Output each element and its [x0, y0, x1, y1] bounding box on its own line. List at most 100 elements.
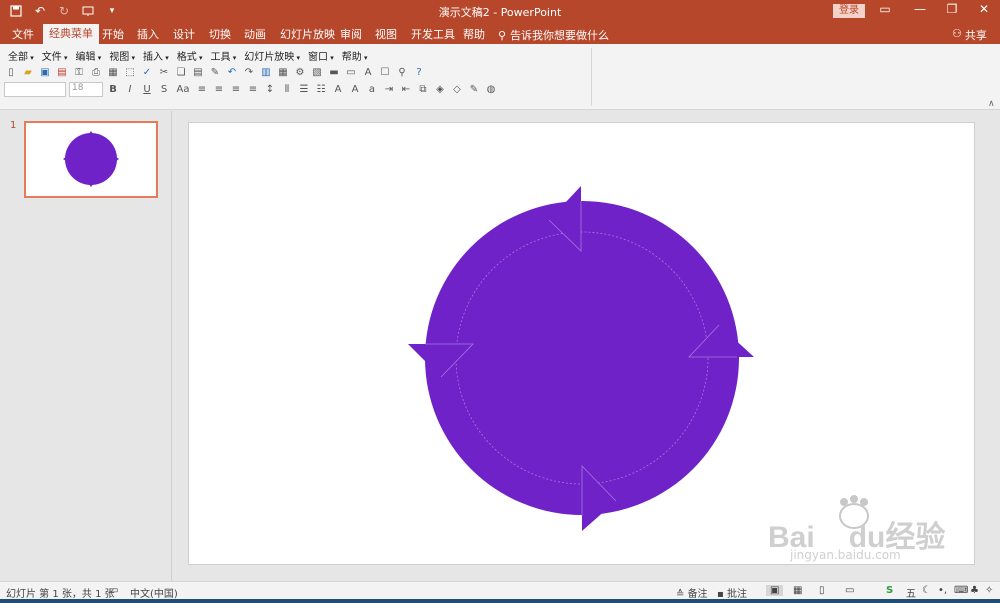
outdent-icon[interactable]: ⇤ [399, 82, 413, 96]
font-size-combo[interactable]: 18 [69, 81, 103, 97]
reading-view-icon[interactable]: ▯ [819, 585, 825, 596]
collapse-ribbon-icon[interactable]: ∧ [988, 99, 995, 109]
language[interactable]: 中文(中国) [130, 585, 178, 600]
menu-insert[interactable]: 插入 [139, 48, 173, 63]
slide-thumbnail-pane: 1 [0, 111, 172, 581]
accessibility-icon[interactable]: ▭ [109, 585, 118, 596]
align-right-icon[interactable]: ≡ [229, 82, 243, 96]
bold-button[interactable]: B [106, 82, 120, 96]
menu-view[interactable]: 视图 [105, 48, 139, 63]
undo-icon[interactable]: ↶ [225, 65, 239, 79]
comments-button[interactable]: ▪ 批注 [717, 585, 747, 600]
print-icon[interactable]: ⎙ [89, 65, 103, 79]
tab-insert[interactable]: 插入 [131, 25, 165, 44]
underline-button[interactable]: U [140, 82, 154, 96]
menu-slideshow[interactable]: 幻灯片放映 [240, 48, 304, 63]
arrange-icon[interactable]: ⧉ [416, 82, 430, 96]
copy-icon[interactable]: ❏ [174, 65, 188, 79]
save-icon[interactable]: ▣ [38, 65, 52, 79]
slideshow-view-icon[interactable]: ▭ [845, 585, 854, 596]
tab-animations[interactable]: 动画 [238, 25, 272, 44]
ime-icon[interactable]: S [886, 585, 893, 596]
justify-icon[interactable]: ≡ [246, 82, 260, 96]
comment-icon[interactable]: ☐ [378, 65, 392, 79]
italic-button[interactable]: I [123, 82, 137, 96]
shape-fill-icon[interactable]: ◇ [450, 82, 464, 96]
bullets-icon[interactable]: ☰ [297, 82, 311, 96]
menu-file[interactable]: 文件 [38, 48, 72, 63]
tab-developer[interactable]: 开发工具 [405, 25, 461, 44]
tab-transitions[interactable]: 切换 [203, 25, 237, 44]
ribbon-separator [591, 48, 592, 106]
tab-design[interactable]: 设计 [167, 25, 201, 44]
skin-icon[interactable]: ♣ [970, 585, 979, 596]
spelling-icon[interactable]: ✓ [140, 65, 154, 79]
smartart-icon[interactable]: ⚙ [293, 65, 307, 79]
menu-tools[interactable]: 工具 [207, 48, 241, 63]
new-file-icon[interactable]: ▯ [4, 65, 18, 79]
restore-icon[interactable]: ❐ [937, 2, 967, 16]
line-spacing-icon[interactable]: ↕ [263, 82, 277, 96]
ribbon-display-options-icon[interactable]: ▭ [870, 2, 900, 16]
shape-outline-icon[interactable]: ✎ [467, 82, 481, 96]
cut-icon[interactable]: ✂ [157, 65, 171, 79]
zoom-icon[interactable]: ⚲ [395, 65, 409, 79]
tab-home[interactable]: 开始 [96, 25, 130, 44]
screenshot-icon[interactable]: ⬚ [123, 65, 137, 79]
quick-styles-icon[interactable]: ◈ [433, 82, 447, 96]
picture-icon[interactable]: ▧ [310, 65, 324, 79]
permission-icon[interactable]: ⚿ [72, 65, 86, 79]
columns-icon[interactable]: ⫴ [280, 82, 294, 96]
align-center-icon[interactable]: ≡ [212, 82, 226, 96]
person-icon: ⚇ [952, 27, 962, 40]
slide-sorter-icon[interactable]: ▦ [793, 585, 802, 596]
minimize-icon[interactable]: — [905, 2, 935, 16]
shadow-button[interactable]: S [157, 82, 171, 96]
numbering-icon[interactable]: ☷ [314, 82, 328, 96]
indent-icon[interactable]: ⇥ [382, 82, 396, 96]
tab-file[interactable]: 文件 [6, 25, 40, 44]
textbox-icon[interactable]: A [361, 65, 375, 79]
paste-icon[interactable]: ▤ [191, 65, 205, 79]
slide-thumbnail[interactable] [24, 121, 158, 198]
normal-view-icon[interactable]: ▣ [766, 585, 784, 596]
tab-classic-menu[interactable]: 经典菜单 [43, 24, 99, 44]
header-footer-icon[interactable]: ▭ [344, 65, 358, 79]
chart-icon[interactable]: ▥ [259, 65, 273, 79]
menu-all[interactable]: 全部 [4, 48, 38, 63]
open-folder-icon[interactable]: ▰ [21, 65, 35, 79]
table-icon[interactable]: ▦ [276, 65, 290, 79]
notes-button[interactable]: ≙ 备注 [676, 585, 708, 600]
share-button[interactable]: ⚇ 共享 [952, 27, 987, 43]
menu-help[interactable]: 帮助 [338, 48, 372, 63]
wrench-icon[interactable]: ✧ [985, 585, 993, 596]
menu-window[interactable]: 窗口 [304, 48, 338, 63]
help-icon[interactable]: ? [412, 65, 426, 79]
shrink-font-icon[interactable]: a [365, 82, 379, 96]
tab-help[interactable]: 帮助 [457, 25, 491, 44]
tell-me-box[interactable]: ⚲ 告诉我你想要做什么 [498, 27, 609, 43]
tab-view[interactable]: 视图 [369, 25, 403, 44]
login-button[interactable]: 登录 [833, 4, 865, 18]
font-name-combo[interactable] [4, 81, 66, 97]
pdf-icon[interactable]: ▤ [55, 65, 69, 79]
ime-wubi-icon[interactable]: 五 [906, 585, 916, 600]
moon-icon[interactable]: ☾ [922, 585, 931, 596]
close-icon[interactable]: ✕ [969, 2, 999, 16]
grow-font-icon[interactable]: A [348, 82, 362, 96]
font-color-icon[interactable]: A [331, 82, 345, 96]
status-bar: 幻灯片 第 1 张，共 1 张 ▭ 中文(中国) ≙ 备注 ▪ 批注 ▣ ▦ ▯… [0, 581, 1000, 600]
align-left-icon[interactable]: ≡ [195, 82, 209, 96]
punctuation-icon[interactable]: •, [938, 585, 947, 596]
tab-slideshow[interactable]: 幻灯片放映 [274, 25, 341, 44]
menu-edit[interactable]: 编辑 [72, 48, 106, 63]
tab-review[interactable]: 审阅 [334, 25, 368, 44]
print-preview-icon[interactable]: ▦ [106, 65, 120, 79]
shape-effects-icon[interactable]: ◍ [484, 82, 498, 96]
line-color-icon[interactable]: ▬ [327, 65, 341, 79]
change-case-button[interactable]: Aa [174, 82, 192, 96]
redo-icon[interactable]: ↷ [242, 65, 256, 79]
format-painter-icon[interactable]: ✎ [208, 65, 222, 79]
menu-format[interactable]: 格式 [173, 48, 207, 63]
keyboard-icon[interactable]: ⌨ [954, 585, 968, 596]
